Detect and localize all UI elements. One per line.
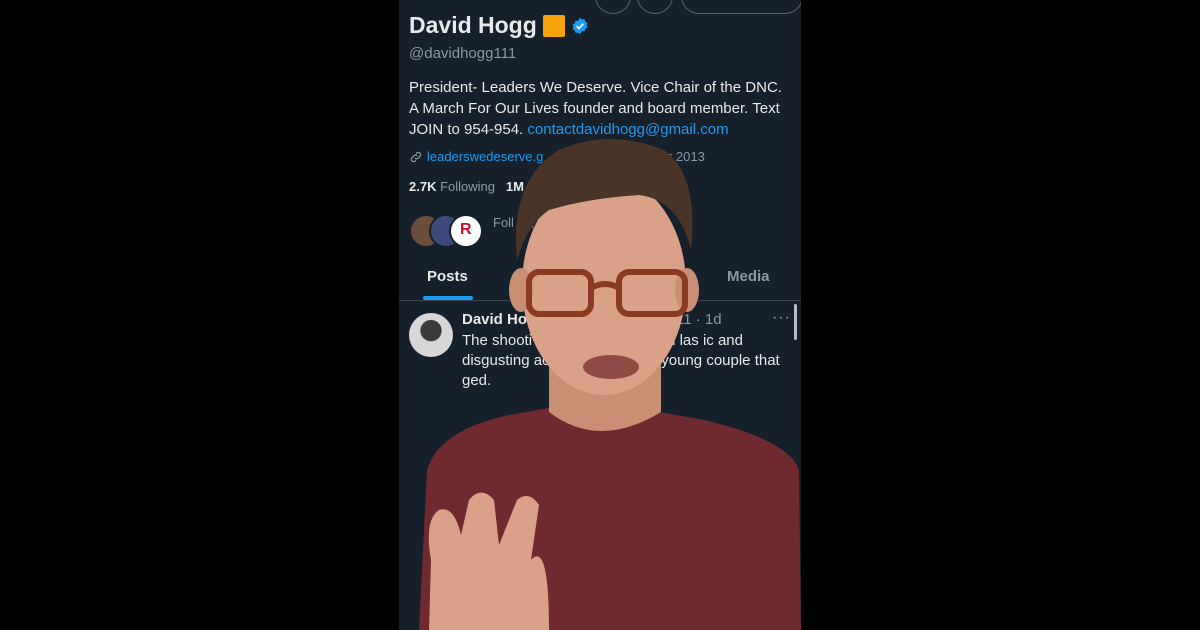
- profile-name-row: David Hogg: [409, 12, 589, 39]
- scrollbar[interactable]: [794, 304, 797, 340]
- joined-date: eptember 2013: [617, 149, 705, 164]
- follow-stats: 2.7K Following 1M: [409, 179, 524, 194]
- orange-square-emoji: [542, 14, 565, 37]
- bio-email-link[interactable]: contactdavidhogg@gmail.com: [527, 121, 728, 138]
- following-count[interactable]: 2.7K: [409, 179, 436, 194]
- post-header: David Ho 11 · 1d: [462, 311, 792, 328]
- followers-count[interactable]: 1M: [506, 179, 524, 194]
- post-text: The shooti pital Jewish Museum las ic an…: [462, 332, 780, 389]
- tab-posts[interactable]: Posts: [427, 268, 468, 285]
- post-meta: 11 · 1d: [676, 311, 722, 328]
- profile-handle: @davidhogg111: [409, 45, 517, 62]
- profile-name: David Hogg: [409, 12, 537, 38]
- website-link[interactable]: leaderswedeserve.g: [427, 149, 543, 164]
- tab-media[interactable]: Media: [727, 268, 770, 285]
- post-author[interactable]: David Ho: [462, 311, 527, 328]
- more-options-icon[interactable]: ···: [772, 309, 791, 327]
- active-tab-indicator: [423, 296, 473, 300]
- followed-by-row[interactable]: R Foll 11, Right Angle Ne: [409, 212, 783, 248]
- profile-bio: President- Leaders We Deserve. Vice Chai…: [409, 77, 793, 140]
- profile-screen: David Hogg @davidhogg111 President- Lead…: [399, 0, 801, 630]
- top-action-button[interactable]: [595, 0, 631, 14]
- follower-avatars: R: [409, 212, 489, 248]
- profile-meta: leaderswedeserve.g eptember 2013: [409, 149, 705, 164]
- avatar: R: [449, 214, 483, 248]
- verified-badge-icon: [572, 17, 588, 34]
- following-label[interactable]: Following: [440, 179, 495, 194]
- followed-by-text: Foll 11, Right Angle Ne: [493, 215, 625, 230]
- profile-tabs: Posts Media: [399, 262, 801, 301]
- avatar[interactable]: [409, 313, 453, 357]
- link-icon: [410, 151, 422, 162]
- top-action-button[interactable]: [637, 0, 673, 14]
- follow-button[interactable]: [681, 0, 801, 14]
